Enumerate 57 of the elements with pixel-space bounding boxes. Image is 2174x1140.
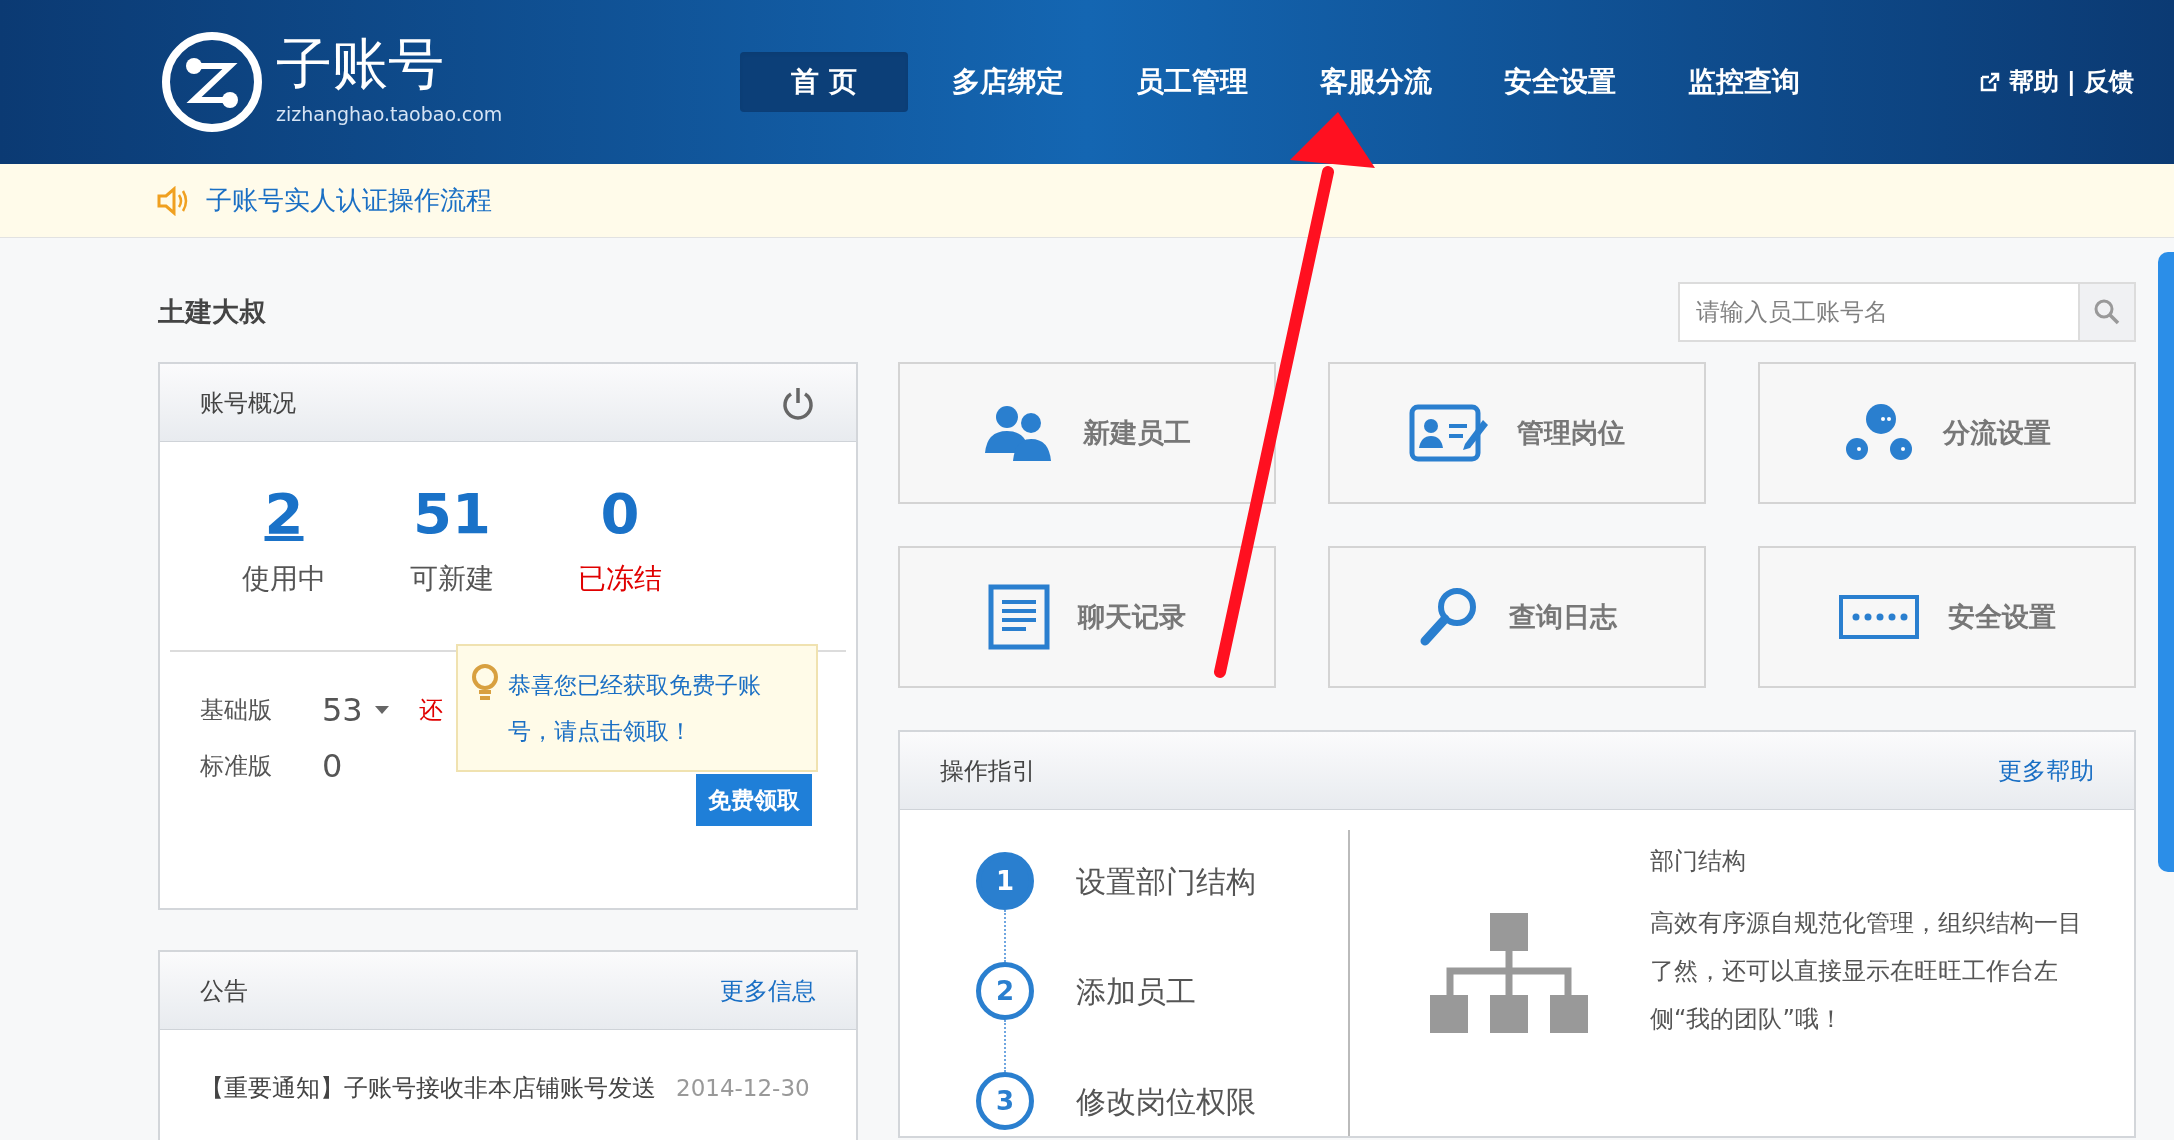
search-field[interactable]: 请输入员工账号名 <box>1678 282 2078 342</box>
step-number: 1 <box>976 852 1034 910</box>
search-icon <box>2093 298 2121 326</box>
step-number: 2 <box>976 962 1034 1020</box>
shortcut-tile[interactable]: 分流设置 <box>1758 362 2136 504</box>
nav-tab[interactable]: 监控查询 <box>1660 52 1828 112</box>
help-link[interactable]: 帮助 <box>2008 63 2059 101</box>
step-link[interactable]: 添加员工 <box>1076 968 1196 1014</box>
id-card-icon <box>1409 404 1489 462</box>
remaining-text: 还 <box>418 695 443 726</box>
logo-icon <box>160 30 264 134</box>
panel-title: 操作指引 <box>940 755 1036 787</box>
panel-title: 公告 <box>200 975 248 1007</box>
feedback-link[interactable]: 反馈 <box>2084 63 2134 101</box>
announcement-link[interactable]: 【重要通知】子账号接收非本店铺账号发送 <box>200 1070 656 1106</box>
shortcut-tile[interactable]: 聊天记录 <box>898 546 1276 688</box>
shortcut-tile[interactable]: 查询日志 <box>1328 546 1706 688</box>
version-name: 基础版 <box>200 695 273 726</box>
password-icon <box>1838 594 1920 640</box>
logo-subtitle: zizhanghao.taobao.com <box>276 101 503 127</box>
announcement-date: 2014-12-30 <box>676 1073 810 1103</box>
nav-tab[interactable]: 员工管理 <box>1108 52 1276 112</box>
stat-value: 0 <box>600 486 640 542</box>
shortcut-tile[interactable]: 新建员工 <box>898 362 1276 504</box>
shortcut-tile[interactable]: 安全设置 <box>1758 546 2136 688</box>
org-chart-icon <box>1430 913 1590 1033</box>
step-link[interactable]: 修改岗位权限 <box>1076 1078 1256 1124</box>
nav-tab[interactable]: 客服分流 <box>1292 52 1460 112</box>
tooltip-text: 恭喜您已经获取免费子账号，请点击领取！ <box>508 671 762 746</box>
speaker-icon <box>156 185 190 216</box>
nav-tab[interactable]: 安全设置 <box>1476 52 1644 112</box>
version-count: 0 <box>322 746 343 787</box>
stat-value: 51 <box>413 486 491 542</box>
detail-text: 高效有序源自规范化管理，组织结构一目了然，还可以直接显示在旺旺工作台左侧“我的团队”哦！ <box>1650 908 2083 1035</box>
nav-tab[interactable]: 首 页 <box>740 52 908 112</box>
stat-label: 使用中 <box>242 561 326 597</box>
stat-value[interactable]: 2 <box>264 486 304 542</box>
external-link-icon <box>1978 71 2001 93</box>
stat-label: 已冻结 <box>578 561 662 597</box>
more-help-link[interactable]: 更多帮助 <box>1998 752 2094 789</box>
panel-title: 账号概况 <box>200 387 296 419</box>
version-name: 标准版 <box>200 751 273 782</box>
nav-tab[interactable]: 多店绑定 <box>924 52 1092 112</box>
stat-label: 可新建 <box>410 561 494 597</box>
user-name: 土建大叔 <box>158 294 266 329</box>
notice-link[interactable]: 子账号实人认证操作流程 <box>206 181 492 220</box>
detail-title: 部门结构 <box>1650 846 1747 877</box>
logo-title: 子账号 <box>276 35 445 92</box>
version-count: 53 <box>322 690 363 731</box>
more-info-link[interactable]: 更多信息 <box>720 972 816 1009</box>
shortcut-tile[interactable]: 管理岗位 <box>1328 362 1706 504</box>
link-separator: | <box>2066 66 2076 99</box>
document-icon <box>988 584 1050 650</box>
step-link[interactable]: 设置部门结构 <box>1076 858 1256 904</box>
caret-icon[interactable] <box>374 706 389 714</box>
claim-button[interactable]: 免费领取 <box>696 774 812 826</box>
step-number: 3 <box>976 1072 1034 1130</box>
